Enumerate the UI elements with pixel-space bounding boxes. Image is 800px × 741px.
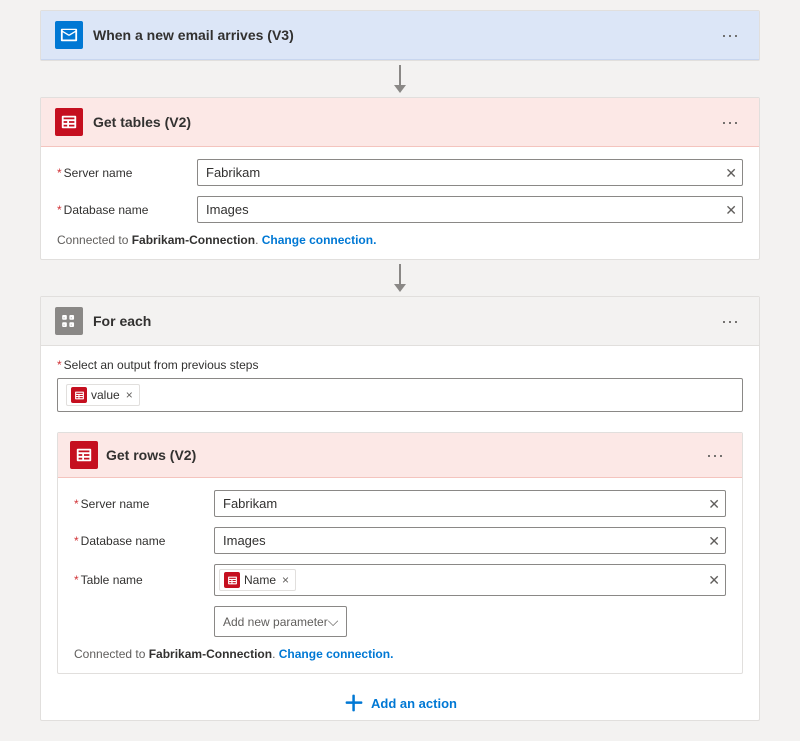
trigger-more-button[interactable]: ··· [715,24,745,46]
add-param-wrapper: Add new parameter ⌵ [214,606,726,637]
database-name-clear-button[interactable]: ✕ [725,203,737,217]
add-action-button[interactable]: Add an action [331,686,469,720]
add-action-container: Add an action [41,686,759,720]
get-rows-icon-box [70,441,98,469]
add-param-chevron-icon: ⌵ [328,613,339,630]
get-rows-connection-info: Connected to Fabrikam-Connection. Change… [74,647,726,661]
foreach-icon-box [55,307,83,335]
get-rows-title: Get rows (V2) [106,447,692,463]
get-rows-database-name-input-wrapper: ✕ [214,527,726,554]
get-tables-title: Get tables (V2) [93,114,705,130]
arrow-2 [394,260,406,296]
server-name-row: *Server name ✕ [57,159,743,186]
add-action-label: Add an action [371,696,457,711]
get-tables-more-button[interactable]: ··· [715,111,745,133]
get-rows-server-name-row: *Server name ✕ [74,490,726,517]
get-rows-server-name-clear-button[interactable]: ✕ [708,497,720,511]
get-rows-server-name-input-wrapper: ✕ [214,490,726,517]
server-name-label: *Server name [57,166,197,180]
foreach-body: *Select an output from previous steps va… [41,346,759,424]
get-rows-header: Get rows (V2) ··· [58,433,742,478]
table-name-token: Name × [219,569,296,591]
get-rows-table-name-input-wrapper: Name × ✕ [214,564,726,596]
foreach-value-token: value × [66,384,140,406]
server-name-input-wrapper: ✕ [197,159,743,186]
add-param-label: Add new parameter [223,615,328,629]
table-name-token-input[interactable]: Name × [214,564,726,596]
token-table-icon [74,390,85,401]
table-name-token-icon [224,572,240,588]
get-rows-database-name-row: *Database name ✕ [74,527,726,554]
trigger-title: When a new email arrives (V3) [93,27,705,43]
get-tables-body: *Server name ✕ *Database name ✕ Connecte… [41,147,759,259]
table-name-token-table-icon [227,575,238,586]
table-name-token-label: Name [244,573,276,587]
database-name-input-wrapper: ✕ [197,196,743,223]
arrow-head-1 [394,85,406,93]
foreach-token-label: value [91,388,120,402]
server-name-input[interactable] [197,159,743,186]
add-action-icon [343,692,365,714]
foreach-select-label: *Select an output from previous steps [57,358,743,372]
database-name-input[interactable] [197,196,743,223]
arrow-line-2 [399,264,401,284]
database-name-row: *Database name ✕ [57,196,743,223]
get-rows-table-name-clear-button[interactable]: ✕ [708,573,720,587]
foreach-token-input[interactable]: value × [57,378,743,412]
get-tables-card: Get tables (V2) ··· *Server name ✕ *Data… [40,97,760,260]
get-rows-card: Get rows (V2) ··· *Server name ✕ [57,432,743,674]
trigger-icon [55,21,83,49]
foreach-title: For each [93,313,705,329]
get-tables-icon [55,108,83,136]
foreach-icon [60,312,78,330]
foreach-token-remove-button[interactable]: × [126,389,133,401]
get-rows-server-name-label: *Server name [74,497,214,511]
get-tables-connection-info: Connected to Fabrikam-Connection. Change… [57,233,743,247]
get-rows-table-name-label: *Table name [74,573,214,587]
foreach-more-button[interactable]: ··· [715,310,745,332]
get-rows-database-name-label: *Database name [74,534,214,548]
foreach-token-icon [71,387,87,403]
add-new-parameter-button[interactable]: Add new parameter ⌵ [214,606,347,637]
foreach-card: For each ··· *Select an output from prev… [40,296,760,721]
arrow-head-2 [394,284,406,292]
get-rows-server-name-input[interactable] [214,490,726,517]
arrow-1 [394,61,406,97]
get-rows-body: *Server name ✕ *Database name ✕ [58,478,742,673]
database-name-required: * [57,203,62,217]
database-name-label: *Database name [57,203,197,217]
add-param-row: Add new parameter ⌵ [74,606,726,637]
get-tables-change-connection-link[interactable]: Change connection. [262,233,377,247]
table-icon [60,113,78,131]
trigger-card: When a new email arrives (V3) ··· [40,10,760,61]
flow-canvas: When a new email arrives (V3) ··· Get ta… [40,10,760,721]
table-name-token-remove-button[interactable]: × [282,574,289,586]
email-icon [60,26,78,44]
get-rows-table-name-row: *Table name Name × [74,564,726,596]
trigger-header: When a new email arrives (V3) ··· [41,11,759,60]
foreach-header: For each ··· [41,297,759,346]
get-rows-icon [75,446,93,464]
server-name-required: * [57,166,62,180]
get-rows-change-connection-link[interactable]: Change connection. [279,647,394,661]
get-rows-database-name-clear-button[interactable]: ✕ [708,534,720,548]
add-action-svg [344,693,364,713]
get-rows-more-button[interactable]: ··· [700,444,730,466]
server-name-clear-button[interactable]: ✕ [725,166,737,180]
get-tables-header: Get tables (V2) ··· [41,98,759,147]
arrow-line-1 [399,65,401,85]
get-rows-database-name-input[interactable] [214,527,726,554]
